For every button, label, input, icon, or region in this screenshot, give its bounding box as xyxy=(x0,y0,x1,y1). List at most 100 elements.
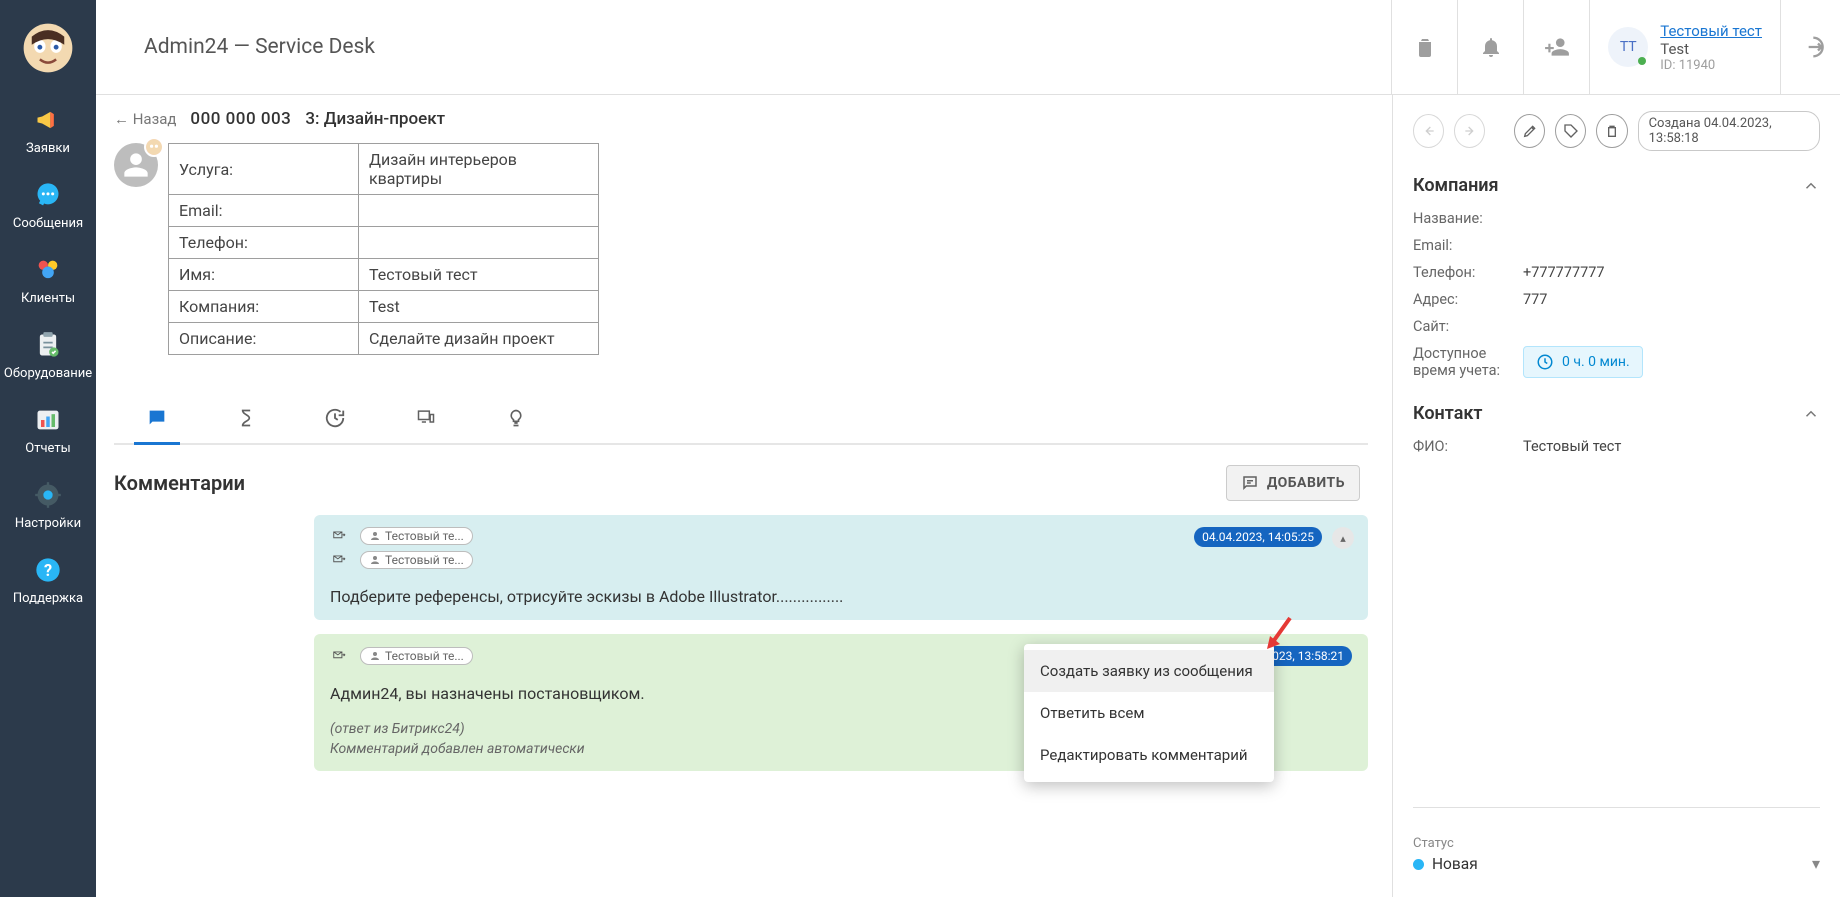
nav-label: Оборудование xyxy=(4,366,92,381)
user-org: Test xyxy=(1660,40,1762,58)
nav-tickets[interactable]: Заявки xyxy=(0,95,96,170)
kv-key: ФИО: xyxy=(1413,438,1523,455)
trash-icon xyxy=(1604,123,1620,139)
delete-ticket-button[interactable] xyxy=(1596,114,1627,148)
clock-icon xyxy=(1536,353,1554,371)
prev-ticket-button xyxy=(1413,114,1444,148)
comments-heading: Комментарии xyxy=(114,471,245,495)
trash-icon xyxy=(1413,35,1437,59)
tag-ticket-button[interactable] xyxy=(1555,114,1586,148)
notifications-button[interactable] xyxy=(1457,0,1523,95)
help-icon: ? xyxy=(33,555,63,585)
chat-icon xyxy=(33,180,63,210)
table-row: Имя:Тестовый тест xyxy=(169,259,599,291)
ticket-id: 000 000 003 xyxy=(190,109,291,129)
status-select[interactable]: Статус Новая ▾ xyxy=(1413,836,1820,873)
back-link[interactable]: ← Назад xyxy=(114,110,176,128)
mini-avatar-icon xyxy=(144,137,164,157)
tab-hint[interactable] xyxy=(502,399,530,443)
add-comment-label: ДОБАВИТЬ xyxy=(1267,475,1345,491)
next-ticket-button xyxy=(1454,114,1485,148)
section-company-toggle[interactable]: Компания xyxy=(1413,175,1820,196)
status-value: Новая xyxy=(1432,855,1478,873)
comment-item: Тестовый те... Тестовый те... 04.04.2023… xyxy=(314,515,1368,620)
comment-user-chip: Тестовый те... xyxy=(360,551,473,569)
tab-history[interactable] xyxy=(320,399,350,443)
comment-menu-button[interactable]: ▴ xyxy=(1332,527,1354,549)
user-name-link[interactable]: Тестовый тест xyxy=(1660,22,1762,40)
nav-label: Клиенты xyxy=(21,291,75,306)
menu-create-ticket[interactable]: Создать заявку из сообщения xyxy=(1024,650,1274,692)
comment-context-menu: Создать заявку из сообщения Ответить все… xyxy=(1024,644,1274,782)
megaphone-icon xyxy=(33,105,63,135)
nav-label: Заявки xyxy=(26,141,70,156)
nav-support[interactable]: ? Поддержка xyxy=(0,545,96,620)
arrow-right-icon xyxy=(1462,123,1478,139)
comment-user-chip: Тестовый те... xyxy=(360,527,473,545)
delete-button[interactable] xyxy=(1391,0,1457,95)
requester-avatar xyxy=(114,143,158,187)
table-row: Услуга:Дизайн интерьеров квартиры xyxy=(169,144,599,195)
kv-key: Телефон: xyxy=(1413,264,1523,281)
section-title: Контакт xyxy=(1413,403,1482,424)
nav-clients[interactable]: Клиенты xyxy=(0,245,96,320)
chart-icon xyxy=(33,405,63,435)
menu-reply-all[interactable]: Ответить всем xyxy=(1024,692,1274,734)
logout-icon xyxy=(1797,33,1825,61)
nav-label: Поддержка xyxy=(13,591,83,606)
table-row: Компания:Test xyxy=(169,291,599,323)
kv-key: Адрес: xyxy=(1413,291,1523,308)
mail-out-icon xyxy=(330,529,348,543)
table-row: Телефон: xyxy=(169,227,599,259)
comment-add-icon xyxy=(1241,474,1259,492)
status-dot-icon xyxy=(1413,859,1424,870)
comment-body: Подберите референсы, отрисуйте эскизы в … xyxy=(330,587,1352,606)
arrow-left-icon xyxy=(1421,123,1437,139)
pencil-icon xyxy=(1522,123,1538,139)
right-pane: Создана 04.04.2023, 13:58:18 Компания На… xyxy=(1392,95,1840,897)
nav-messages[interactable]: Сообщения xyxy=(0,170,96,245)
add-comment-button[interactable]: ДОБАВИТЬ xyxy=(1226,465,1360,501)
details-table: Услуга:Дизайн интерьеров квартиры Email:… xyxy=(168,143,599,355)
comment-user-chip: Тестовый те... xyxy=(360,647,473,665)
kv-key: Сайт: xyxy=(1413,318,1523,335)
person-icon xyxy=(369,554,381,566)
tab-devices[interactable] xyxy=(410,399,442,443)
ticket-title: 3: Дизайн-проект xyxy=(305,109,445,129)
header-user-block[interactable]: ТТ Тестовый тест Test ID: 11940 xyxy=(1589,0,1780,95)
kv-val: Тестовый тест xyxy=(1523,438,1621,455)
created-pill: Создана 04.04.2023, 13:58:18 xyxy=(1638,111,1820,151)
hourglass-icon xyxy=(236,407,256,429)
tab-comments[interactable] xyxy=(142,399,172,443)
kv-val: 777 xyxy=(1523,291,1547,308)
nav-label: Отчеты xyxy=(25,441,70,456)
nav-equipment[interactable]: Оборудование xyxy=(0,320,96,395)
logout-button[interactable] xyxy=(1780,0,1840,95)
bell-icon xyxy=(1479,35,1503,59)
tab-bar xyxy=(114,399,1368,445)
message-icon xyxy=(146,407,168,429)
kv-val: +777777777 xyxy=(1523,264,1605,281)
svg-text:?: ? xyxy=(44,561,52,580)
nav-reports[interactable]: Отчеты xyxy=(0,395,96,470)
menu-edit-comment[interactable]: Редактировать комментарий xyxy=(1024,734,1274,776)
table-row: Email: xyxy=(169,195,599,227)
table-row: Описание:Сделайте дизайн проект xyxy=(169,323,599,355)
person-icon xyxy=(369,530,381,542)
kv-key: Название: xyxy=(1413,210,1523,227)
available-time-button[interactable]: 0 ч. 0 мин. xyxy=(1523,346,1643,378)
section-contact-toggle[interactable]: Контакт xyxy=(1413,403,1820,424)
nav-settings[interactable]: Настройки xyxy=(0,470,96,545)
person-add-icon xyxy=(1544,34,1570,60)
people-icon xyxy=(33,255,63,285)
status-label: Статус xyxy=(1413,836,1804,851)
devices-icon xyxy=(414,407,438,427)
add-user-button[interactable] xyxy=(1523,0,1589,95)
header: Admin24 — Service Desk ТТ Тестовый тест … xyxy=(96,0,1840,95)
caret-down-icon: ▾ xyxy=(1812,854,1820,873)
comment-date-chip: 04.04.2023, 14:05:25 xyxy=(1194,527,1322,547)
edit-ticket-button[interactable] xyxy=(1514,114,1545,148)
kv-key: Email: xyxy=(1413,237,1523,254)
tab-time[interactable] xyxy=(232,399,260,443)
user-id: ID: 11940 xyxy=(1660,58,1762,73)
